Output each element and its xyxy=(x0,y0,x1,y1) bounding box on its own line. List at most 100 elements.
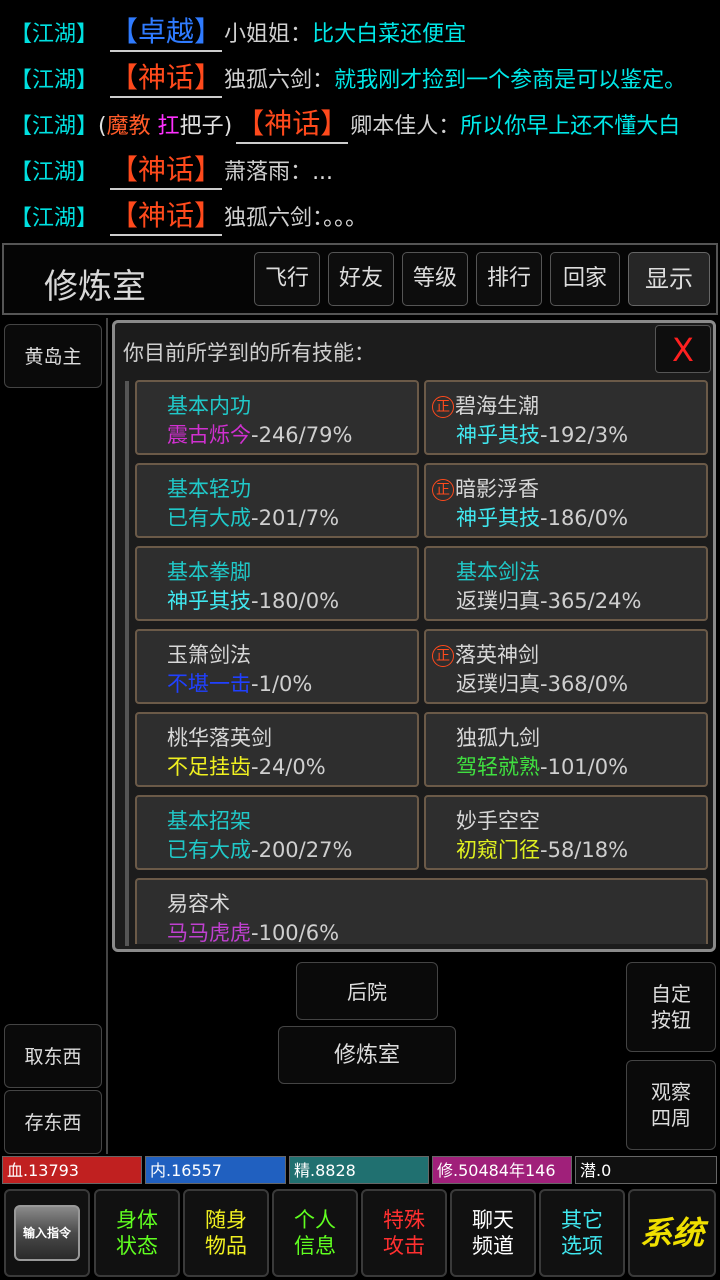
skill-name-text: 落英神剑 xyxy=(455,643,539,667)
chat-rank[interactable]: 【神话】 xyxy=(110,198,223,236)
ranking-button[interactable]: 排行 xyxy=(476,252,542,306)
skill-card[interactable]: 正碧海生潮 神乎其技-192/3% xyxy=(424,380,708,455)
chat-message: 所以你早上还不懂大白 xyxy=(460,114,681,139)
skill-level-text: 初窥门径 xyxy=(456,838,540,862)
special-attack-line2: 攻击 xyxy=(383,1234,425,1258)
chat-colon: ： xyxy=(290,22,313,47)
left-panel: 黄岛主 取东西 存东西 xyxy=(0,318,108,1154)
chat-prefix-role2: 把子 xyxy=(179,114,224,139)
chat-channel: 【江湖】 xyxy=(10,68,99,93)
skill-card[interactable]: 基本招架 已有大成-200/27% xyxy=(135,795,419,870)
skill-name: 基本招架 xyxy=(167,805,251,835)
skill-card[interactable]: 独孤九剑 驾轻就熟-101/0% xyxy=(424,712,708,787)
skill-level-text: 已有大成 xyxy=(167,506,251,530)
body-status-line1: 身体 xyxy=(116,1208,158,1232)
chat-speaker[interactable]: 小姐姐 xyxy=(224,22,290,47)
chat-line: 【江湖】 【神话】萧落雨：... xyxy=(0,150,720,196)
skill-level: 不堪一击-1/0% xyxy=(167,668,312,698)
skill-card[interactable]: 基本拳脚 神乎其技-180/0% xyxy=(135,546,419,621)
skill-card[interactable]: 玉箫剑法 不堪一击-1/0% xyxy=(135,629,419,704)
take-items-button[interactable]: 取东西 xyxy=(4,1024,102,1088)
inventory-line2: 物品 xyxy=(205,1234,247,1258)
skill-card[interactable]: 妙手空空 初窥门径-58/18% xyxy=(424,795,708,870)
skill-card[interactable]: 正落英神剑返璞归真-368/0% xyxy=(424,629,708,704)
custom-button-line2: 按钮 xyxy=(651,1008,691,1032)
skill-name: 正落英神剑 xyxy=(432,639,539,669)
home-button[interactable]: 回家 xyxy=(550,252,620,306)
hp-stat: 血.13793 xyxy=(2,1156,142,1184)
skill-level: 震古烁今-246/79% xyxy=(167,419,352,449)
skill-card[interactable]: 易容术 马马虎虎-100/6% xyxy=(135,878,708,945)
skill-stats: -100/6% xyxy=(251,921,340,945)
chat-channel-line2: 频道 xyxy=(472,1234,514,1258)
chat-rank[interactable]: 【神话】 xyxy=(110,60,223,98)
skill-name-text: 基本轻功 xyxy=(167,477,251,501)
chat-line: 【江湖】 【卓越】小姐姐：比大白菜还便宜 xyxy=(0,12,720,58)
chat-speaker[interactable]: 独孤六剑 xyxy=(224,68,312,93)
skill-stats: -368/0% xyxy=(540,672,629,696)
chat-prefix-close: ) xyxy=(223,114,233,139)
skill-name-text: 玉箫剑法 xyxy=(167,643,251,667)
special-attack-button[interactable]: 特殊 攻击 xyxy=(361,1189,447,1277)
chat-rank[interactable]: 【神话】 xyxy=(110,152,223,190)
chat-rank[interactable]: 【卓越】 xyxy=(110,14,223,52)
chat-speaker[interactable]: 独孤六剑 xyxy=(224,206,312,231)
skill-name-text: 碧海生潮 xyxy=(455,394,539,418)
chat-log: 【江湖】 【卓越】小姐姐：比大白菜还便宜 【江湖】 【神话】独孤六剑：就我刚才捡到一… xyxy=(0,12,720,242)
skill-card[interactable]: 基本内功 震古烁今-246/79% xyxy=(135,380,419,455)
command-input-button[interactable]: 输入指令 xyxy=(4,1189,90,1277)
scrollbar[interactable] xyxy=(125,381,129,946)
chat-channel: 【江湖】 xyxy=(10,22,99,47)
fly-button[interactable]: 飞行 xyxy=(254,252,320,306)
chat-prefix-sect: 魔教 xyxy=(106,114,151,139)
orthodox-icon: 正 xyxy=(432,479,454,501)
skill-name-text: 独孤九剑 xyxy=(456,726,540,750)
skill-level: 神乎其技-180/0% xyxy=(167,585,339,615)
skill-level: 已有大成-200/27% xyxy=(167,834,352,864)
chat-channel-button[interactable]: 聊天 频道 xyxy=(450,1189,536,1277)
close-button[interactable]: X xyxy=(655,325,711,373)
skill-stats: -58/18% xyxy=(540,838,629,862)
skill-level-text: 不足挂齿 xyxy=(167,755,251,779)
skill-name-text: 基本内功 xyxy=(167,394,251,418)
level-button[interactable]: 等级 xyxy=(402,252,468,306)
skill-level-text: 返璞归真 xyxy=(456,672,540,696)
npc-button[interactable]: 黄岛主 xyxy=(4,324,102,388)
skill-level-text: 马马虎虎 xyxy=(167,921,251,945)
friends-button[interactable]: 好友 xyxy=(328,252,394,306)
skill-card[interactable]: 桃华落英剑 不足挂齿-24/0% xyxy=(135,712,419,787)
system-button[interactable]: 系统 xyxy=(628,1189,716,1277)
current-room-button[interactable]: 修炼室 xyxy=(278,1026,456,1084)
chat-message: 比大白菜还便宜 xyxy=(312,22,467,47)
chat-rank[interactable]: 【神话】 xyxy=(236,106,349,144)
other-options-button[interactable]: 其它 选项 xyxy=(539,1189,625,1277)
personal-info-line2: 信息 xyxy=(294,1234,336,1258)
location-bar: 修炼室 飞行 好友 等级 排行 回家 显示 xyxy=(2,243,718,315)
exit-north-button[interactable]: 后院 xyxy=(296,962,438,1020)
skill-card[interactable]: 基本轻功 已有大成-201/7% xyxy=(135,463,419,538)
display-button[interactable]: 显示 xyxy=(628,252,710,306)
skill-card[interactable]: 正暗影浮香 神乎其技-186/0% xyxy=(424,463,708,538)
chat-prefix-gap xyxy=(151,114,158,139)
skill-name: 基本轻功 xyxy=(167,473,251,503)
body-status-button[interactable]: 身体 状态 xyxy=(94,1189,180,1277)
store-items-button[interactable]: 存东西 xyxy=(4,1090,102,1154)
look-around-button[interactable]: 观察 四周 xyxy=(626,1060,716,1150)
custom-button[interactable]: 自定 按钮 xyxy=(626,962,716,1052)
skill-level-text: 已有大成 xyxy=(167,838,251,862)
inventory-button[interactable]: 随身 物品 xyxy=(183,1189,269,1277)
skill-stats: -365/24% xyxy=(540,589,642,613)
chat-speaker[interactable]: 卿本佳人 xyxy=(350,114,438,139)
chat-channel: 【江湖】 xyxy=(10,206,99,231)
essence-stat: 精.8828 xyxy=(289,1156,429,1184)
skill-card[interactable]: 基本剑法 返璞归真-365/24% xyxy=(424,546,708,621)
chat-speaker[interactable]: 萧落雨 xyxy=(224,160,290,185)
chat-channel: 【江湖】 xyxy=(10,160,99,185)
skill-level: 返璞归真-365/24% xyxy=(456,585,641,615)
skill-level-text: 震古烁今 xyxy=(167,423,251,447)
personal-info-button[interactable]: 个人 信息 xyxy=(272,1189,358,1277)
chat-colon: ： xyxy=(438,114,461,139)
chat-line: 【江湖】 【神话】独孤六剑：。。。 xyxy=(0,196,720,242)
chat-prefix-open: ( xyxy=(98,114,107,139)
skill-level-text: 返璞归真 xyxy=(456,589,540,613)
